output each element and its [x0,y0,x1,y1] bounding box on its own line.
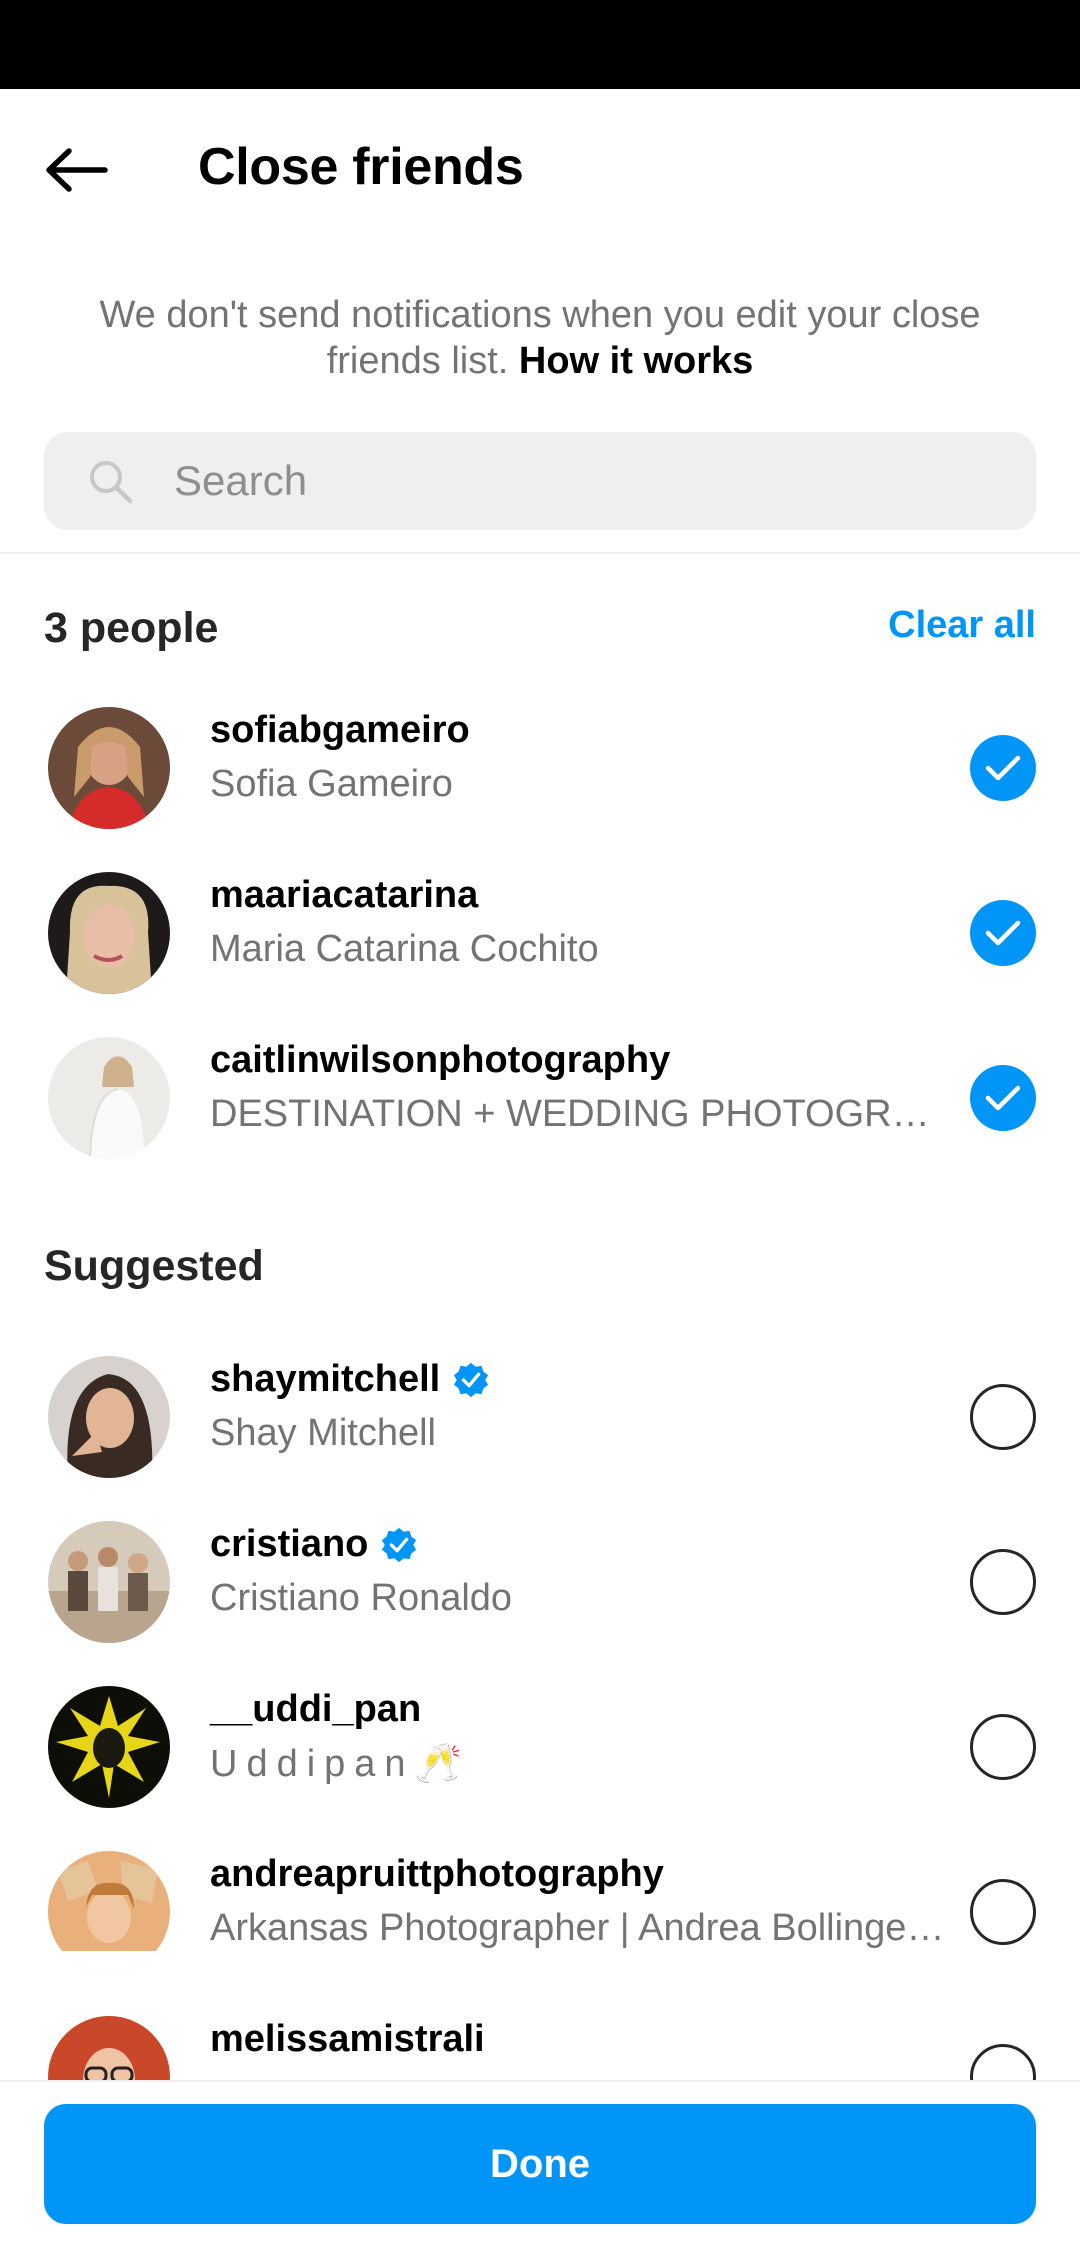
search-input[interactable] [174,432,1014,530]
avatar [48,707,170,829]
arrow-left-icon [46,148,108,192]
username: andreapruittphotography [210,1853,664,1895]
full-name: Arkansas Photographer | Andrea Bollinger… [210,1907,945,1949]
how-it-works-link[interactable]: How it works [519,340,753,382]
verified-badge-icon [454,1362,489,1397]
avatar [48,1686,170,1808]
selected-checkbox[interactable] [970,1065,1036,1131]
info-text: We don't send notifications when you edi… [60,292,1020,384]
username: shaymitchell [210,1358,490,1401]
avatar [48,1851,170,1973]
unselected-checkbox[interactable] [970,1384,1036,1450]
avatar [48,872,170,994]
clear-all-button[interactable]: Clear all [888,604,1036,647]
username: maariacatarina [210,874,479,916]
username: caitlinwilsonphotography [210,1039,671,1081]
unselected-checkbox[interactable] [970,1714,1036,1780]
list-item[interactable]: andreapruittphotography Arkansas Photogr… [0,1829,1080,1994]
full-name: Cristiano Ronaldo [210,1577,513,1619]
back-button[interactable] [30,124,122,216]
done-button[interactable]: Done [44,2104,1036,2224]
suggested-heading: Suggested [44,1242,264,1290]
checkmark-icon [985,920,1021,946]
username: sofiabgameiro [210,709,470,751]
username: melissamistrali [210,2018,485,2060]
search-bar[interactable] [44,432,1036,530]
bottom-bar: Done [0,2080,1080,2246]
full-name: Shay Mitchell [210,1412,436,1454]
selected-count-heading: 3 people [44,604,219,652]
page-title: Close friends [198,138,524,196]
checkmark-icon [985,755,1021,781]
list-item[interactable]: maariacatarina Maria Catarina Cochito [0,850,1080,1015]
checkmark-icon [985,1085,1021,1111]
list-item[interactable]: sofiabgameiro Sofia Gameiro [0,685,1080,850]
list-item[interactable]: __uddi_pan Uddipan🥂 [0,1664,1080,1829]
verified-badge-icon [382,1527,417,1562]
divider [0,552,1080,554]
avatar [48,1521,170,1643]
full-name: Uddipan🥂 [210,1743,471,1785]
selected-checkbox[interactable] [970,735,1036,801]
status-bar [0,0,1080,89]
search-icon [90,461,133,504]
full-name: Maria Catarina Cochito [210,928,599,970]
selected-checkbox[interactable] [970,900,1036,966]
unselected-checkbox[interactable] [970,1549,1036,1615]
username: cristiano [210,1523,418,1566]
avatar [48,1356,170,1478]
unselected-checkbox[interactable] [970,1879,1036,1945]
username: __uddi_pan [210,1688,422,1730]
avatar [48,1037,170,1159]
list-item[interactable]: caitlinwilsonphotography DESTINATION + W… [0,1015,1080,1180]
full-name: DESTINATION + WEDDING PHOTOGRAPHER [210,1093,945,1135]
list-item[interactable]: shaymitchell Shay Mitchell [0,1334,1080,1499]
header: Close friends [0,89,1080,243]
full-name: Sofia Gameiro [210,763,453,805]
list-item[interactable]: cristiano Cristiano Ronaldo [0,1499,1080,1664]
